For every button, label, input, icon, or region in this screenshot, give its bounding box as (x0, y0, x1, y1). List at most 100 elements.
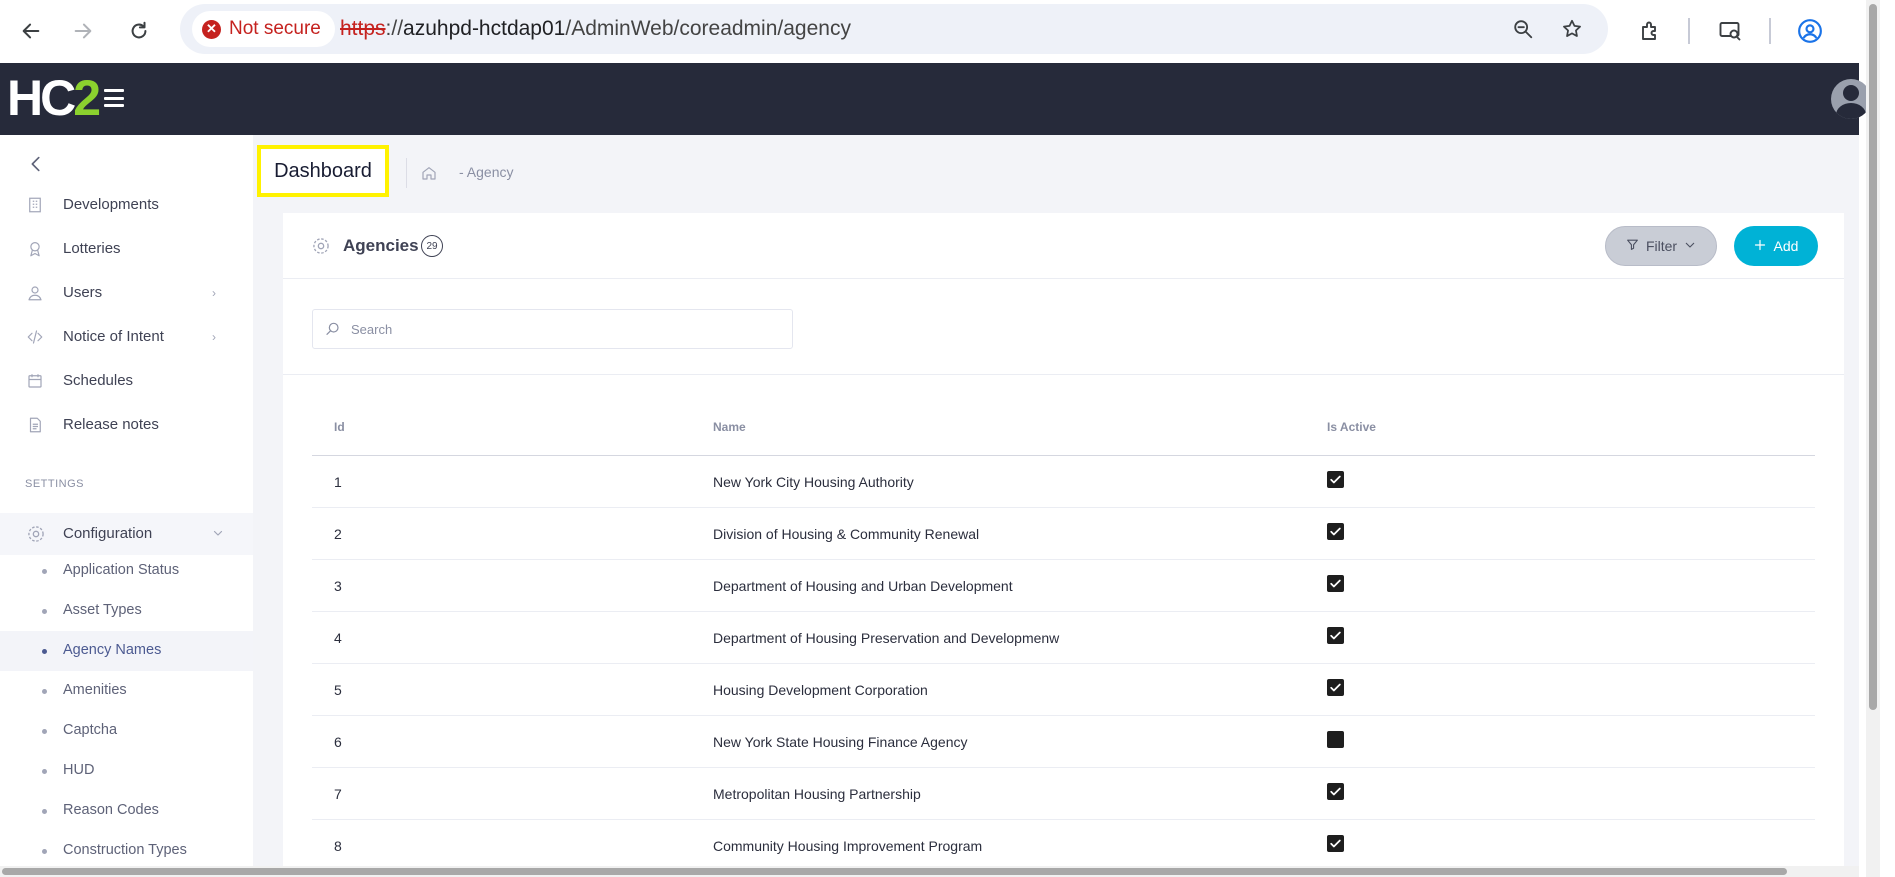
add-button[interactable]: Add (1734, 226, 1818, 266)
column-header-name[interactable]: Name (713, 420, 746, 434)
sidebar-item-label: Users (63, 284, 103, 301)
sidebar-subitem-reason-codes[interactable]: Reason Codes (0, 791, 253, 831)
funnel-icon (1626, 238, 1639, 254)
active-checkbox-unchecked[interactable] (1327, 731, 1344, 748)
scrollbar-thumb[interactable] (1869, 4, 1877, 710)
back-arrow-icon[interactable] (14, 14, 48, 48)
cell-id: 4 (334, 630, 342, 646)
sidebar-subitem-application-status[interactable]: Application Status (0, 551, 253, 591)
cell-id: 8 (334, 838, 342, 854)
column-header-id[interactable]: Id (334, 420, 345, 434)
breadcrumb-divider (406, 158, 407, 188)
settings-gear-icon (311, 236, 331, 256)
scrollbar-thumb[interactable] (2, 868, 1787, 875)
sidebar-item-label: Developments (63, 196, 159, 213)
table-row[interactable]: 4 Department of Housing Preservation and … (312, 612, 1815, 664)
extensions-icon[interactable] (1633, 14, 1667, 48)
cell-name: Department of Housing Preservation and D… (713, 630, 1060, 646)
table-row[interactable]: 2 Division of Housing & Community Renewal (312, 508, 1815, 560)
card-title: Agencies (343, 236, 419, 255)
sidebar-item-lotteries[interactable]: Lotteries (0, 229, 253, 269)
zoom-icon[interactable] (1506, 12, 1540, 46)
cell-id: 7 (334, 786, 342, 802)
calendar-icon (26, 372, 46, 392)
chevron-down-icon (212, 526, 224, 544)
sidebar-item-notice-of-intent[interactable]: Notice of Intent › (0, 317, 253, 357)
agencies-table: Id Name Is Active 1 New York City Housing… (312, 406, 1815, 872)
sidebar: Developments Lotteries Users › Notice of… (0, 135, 253, 877)
sidebar-subitem-agency-names[interactable]: Agency Names (0, 631, 253, 671)
bullet-dot (42, 649, 47, 654)
cell-name: Metropolitan Housing Partnership (713, 786, 921, 802)
sidebar-item-label: Schedules (63, 372, 134, 389)
search-section (283, 279, 1844, 375)
search-input[interactable] (349, 318, 779, 340)
sidebar-item-label: Configuration (63, 525, 153, 542)
table-row[interactable]: 7 Metropolitan Housing Partnership (312, 768, 1815, 820)
search-box[interactable] (312, 309, 793, 349)
bullet-dot (42, 609, 47, 614)
breadcrumb: - Agency (459, 164, 514, 180)
active-checkbox-checked[interactable] (1327, 783, 1344, 800)
active-checkbox-checked[interactable] (1327, 627, 1344, 644)
bullet-dot (42, 689, 47, 694)
sidebar-subitem-amenities[interactable]: Amenities (0, 671, 253, 711)
sidebar-item-configuration[interactable]: Configuration (0, 513, 253, 555)
active-checkbox-checked[interactable] (1327, 575, 1344, 592)
star-icon[interactable] (1555, 12, 1589, 46)
add-label: Add (1773, 238, 1799, 254)
agencies-card: Agencies 29 Filter Add Id Name Is Active… (283, 213, 1844, 877)
table-row[interactable]: 1 New York City Housing Authority (312, 456, 1815, 508)
cast-search-icon[interactable] (1713, 14, 1747, 48)
sidebar-item-label: Release notes (63, 416, 159, 433)
chevron-right-icon: › (212, 330, 216, 344)
page-title: Dashboard (257, 145, 389, 197)
horizontal-scrollbar[interactable] (0, 866, 1859, 877)
sidebar-item-label: Lotteries (63, 240, 121, 257)
app-logo[interactable]: HC2 (7, 73, 101, 123)
sidebar-subitem-construction-types[interactable]: Construction Types (0, 831, 253, 871)
table-row[interactable]: 3 Department of Housing and Urban Develop… (312, 560, 1815, 612)
sidebar-item-users[interactable]: Users › (0, 273, 253, 313)
browser-toolbar: ✕ Not secure https://azuhpd-hctdap01/Adm… (0, 0, 1859, 63)
vertical-scrollbar[interactable] (1866, 0, 1880, 877)
sidebar-subitem-hud[interactable]: HUD (0, 751, 253, 791)
table-row[interactable]: 5 Housing Development Corporation (312, 664, 1815, 716)
security-chip[interactable]: ✕ Not secure (192, 11, 335, 47)
address-bar[interactable]: ✕ Not secure https://azuhpd-hctdap01/Adm… (180, 4, 1608, 54)
column-header-is-active[interactable]: Is Active (1327, 420, 1376, 434)
active-checkbox-checked[interactable] (1327, 471, 1344, 488)
collapse-sidebar-icon[interactable] (25, 153, 47, 175)
table-row[interactable]: 8 Community Housing Improvement Program (312, 820, 1815, 872)
sidebar-item-release-notes[interactable]: Release notes (0, 405, 253, 445)
bullet-dot (42, 569, 47, 574)
profile-icon[interactable] (1793, 14, 1827, 48)
forward-arrow-icon[interactable] (66, 14, 100, 48)
sidebar-subitem-asset-types[interactable]: Asset Types (0, 591, 253, 631)
sidebar-subitem-label: Asset Types (63, 602, 142, 618)
active-checkbox-checked[interactable] (1327, 835, 1344, 852)
filter-label: Filter (1645, 238, 1678, 254)
cell-name: Division of Housing & Community Renewal (713, 526, 980, 542)
plus-icon (1754, 238, 1766, 254)
bullet-dot (42, 729, 47, 734)
count-badge: 29 (421, 235, 443, 257)
bullet-dot (42, 769, 47, 774)
menu-icon[interactable] (104, 89, 124, 107)
sidebar-item-schedules[interactable]: Schedules (0, 361, 253, 401)
sidebar-subitem-captcha[interactable]: Captcha (0, 711, 253, 751)
active-checkbox-checked[interactable] (1327, 679, 1344, 696)
sidebar-item-developments[interactable]: Developments (0, 185, 253, 225)
sidebar-subitem-label: Captcha (63, 722, 118, 738)
table-row[interactable]: 6 New York State Housing Finance Agency (312, 716, 1815, 768)
sidebar-subitem-label: Construction Types (63, 842, 187, 858)
reload-icon[interactable] (122, 14, 156, 48)
cell-name: Department of Housing and Urban Developm… (713, 578, 1013, 594)
sidebar-subitem-label: HUD (63, 762, 95, 778)
home-icon[interactable] (421, 165, 437, 181)
filter-button[interactable]: Filter (1605, 226, 1717, 266)
active-checkbox-checked[interactable] (1327, 523, 1344, 540)
user-avatar[interactable] (1831, 79, 1871, 119)
sidebar-subitem-label: Reason Codes (63, 802, 159, 818)
warning-icon: ✕ (202, 19, 221, 39)
